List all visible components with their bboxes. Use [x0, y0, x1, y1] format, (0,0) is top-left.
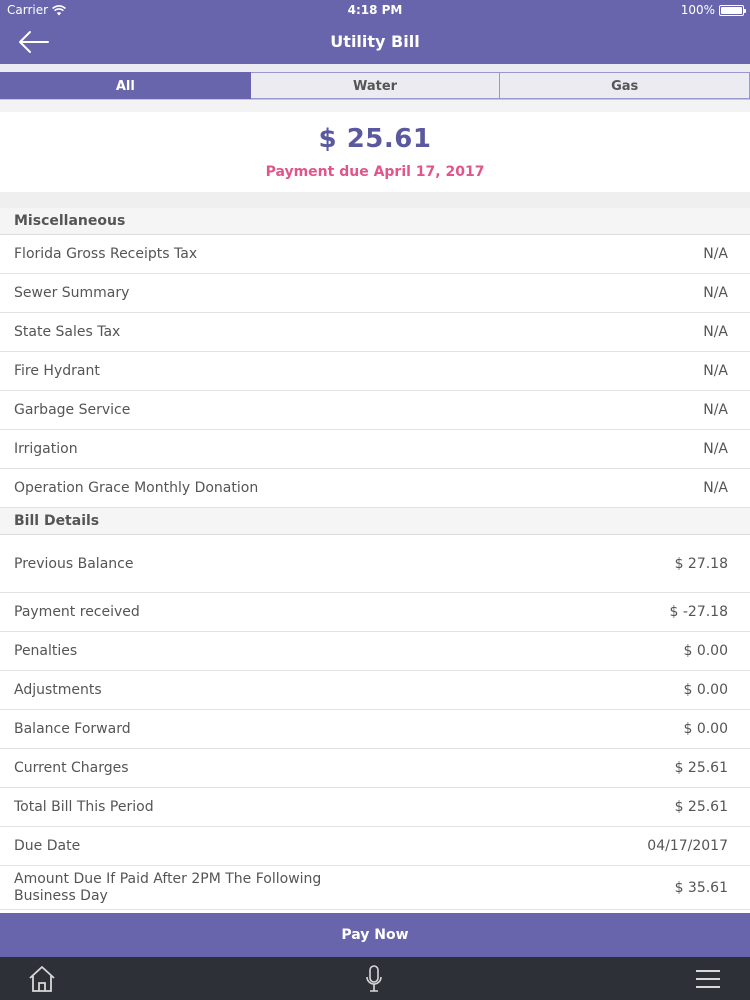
item-value: $ 0.00 — [683, 682, 728, 698]
item-label: Balance Forward — [14, 721, 131, 737]
bottom-toolbar — [0, 957, 750, 1000]
item-value: N/A — [703, 402, 728, 418]
spacer — [0, 100, 750, 112]
item-value: N/A — [703, 324, 728, 340]
microphone-icon — [366, 965, 382, 992]
item-label: Operation Grace Monthly Donation — [14, 480, 259, 496]
status-bar: Carrier 4:18 PM 100% — [0, 0, 750, 20]
item-label: Total Bill This Period — [14, 799, 154, 815]
bill-list: Miscellaneous Florida Gross Receipts Tax… — [0, 208, 750, 910]
nav-bar: Utility Bill — [0, 20, 750, 64]
list-item: Sewer Summary N/A — [0, 274, 750, 313]
pay-now-button[interactable]: Pay Now — [0, 913, 750, 957]
item-value: $ 27.18 — [674, 555, 728, 572]
tab-water[interactable]: Water — [250, 72, 501, 99]
item-value: N/A — [703, 363, 728, 379]
section-header-miscellaneous: Miscellaneous — [0, 208, 750, 235]
battery-info: 100% — [680, 3, 746, 17]
item-value: N/A — [703, 441, 728, 457]
page-title: Utility Bill — [330, 32, 420, 51]
item-value: $ 0.00 — [683, 721, 728, 737]
list-item: Due Date 04/17/2017 — [0, 827, 750, 866]
list-item: State Sales Tax N/A — [0, 313, 750, 352]
home-icon — [29, 966, 55, 992]
list-item: Amount Due If Paid After 2PM The Followi… — [0, 866, 750, 910]
item-label: Florida Gross Receipts Tax — [14, 246, 198, 262]
item-label: Irrigation — [14, 441, 78, 457]
list-item: Fire Hydrant N/A — [0, 352, 750, 391]
list-item: Payment received $ -27.18 — [0, 593, 750, 632]
list-item: Current Charges $ 25.61 — [0, 749, 750, 788]
item-value: $ 25.61 — [674, 760, 728, 776]
list-item: Penalties $ 0.00 — [0, 632, 750, 671]
list-item: Garbage Service N/A — [0, 391, 750, 430]
item-label: Fire Hydrant — [14, 363, 100, 379]
voice-button[interactable] — [364, 964, 384, 994]
list-item: Balance Forward $ 0.00 — [0, 710, 750, 749]
item-value: N/A — [703, 480, 728, 496]
item-value: 04/17/2017 — [647, 838, 728, 854]
item-value: $ -27.18 — [669, 604, 729, 620]
item-label: Amount Due If Paid After 2PM The Followi… — [14, 870, 322, 904]
tab-gas[interactable]: Gas — [500, 72, 750, 99]
list-item: Irrigation N/A — [0, 430, 750, 469]
segmented-tabs: All Water Gas — [0, 72, 750, 100]
section-header-bill-details: Bill Details — [0, 508, 750, 535]
item-label: Due Date — [14, 838, 81, 854]
amount-summary: $ 25.61 Payment due April 17, 2017 — [0, 112, 750, 192]
payment-due-text: Payment due April 17, 2017 — [265, 164, 485, 180]
item-label: State Sales Tax — [14, 324, 121, 340]
tab-band — [0, 64, 750, 72]
item-label: Penalties — [14, 643, 78, 659]
item-value: $ 0.00 — [683, 643, 728, 659]
battery-level — [721, 6, 742, 14]
item-value: N/A — [703, 285, 728, 301]
item-label: Previous Balance — [14, 555, 134, 572]
item-label: Payment received — [14, 604, 140, 620]
item-label: Garbage Service — [14, 402, 131, 418]
amount-due: $ 25.61 — [318, 124, 432, 154]
item-label: Current Charges — [14, 760, 129, 776]
home-button[interactable] — [28, 965, 56, 993]
list-item: Adjustments $ 0.00 — [0, 671, 750, 710]
list-item: Previous Balance $ 27.18 — [0, 535, 750, 593]
battery-icon — [719, 4, 746, 16]
spacer — [0, 192, 750, 208]
list-item: Florida Gross Receipts Tax N/A — [0, 235, 750, 274]
menu-button[interactable] — [694, 967, 722, 991]
item-value: N/A — [703, 246, 728, 262]
list-item: Operation Grace Monthly Donation N/A — [0, 469, 750, 508]
item-label: Sewer Summary — [14, 285, 130, 301]
tab-all[interactable]: All — [0, 72, 251, 99]
status-time: 4:18 PM — [347, 3, 403, 17]
item-value: $ 35.61 — [674, 879, 728, 896]
item-value: $ 25.61 — [674, 799, 728, 815]
menu-icon — [696, 970, 720, 988]
list-item: Total Bill This Period $ 25.61 — [0, 788, 750, 827]
item-label: Adjustments — [14, 682, 102, 698]
battery-percent: 100% — [680, 3, 715, 17]
